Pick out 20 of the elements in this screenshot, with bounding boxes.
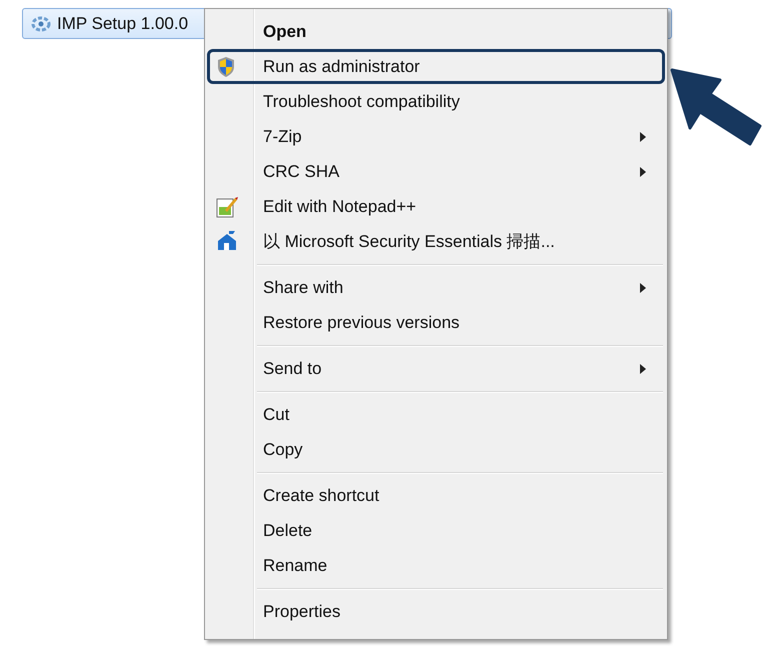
menu-item[interactable]: Troubleshoot compatibility [207, 84, 665, 119]
menu-item[interactable]: Restore previous versions [207, 305, 665, 340]
menu-item[interactable]: 7-Zip [207, 119, 665, 154]
menu-item[interactable]: Properties [207, 594, 665, 629]
notepad-icon [216, 196, 238, 218]
menu-item[interactable]: Create shortcut [207, 478, 665, 513]
menu-item[interactable]: CRC SHA [207, 154, 665, 189]
menu-item[interactable]: 以 Microsoft Security Essentials 掃描... [207, 224, 665, 259]
menu-item[interactable]: Copy [207, 432, 665, 467]
house-icon [216, 231, 238, 251]
menu-item[interactable]: Share with [207, 270, 665, 305]
menu-item[interactable]: Cut [207, 397, 665, 432]
menu-item[interactable]: Delete [207, 513, 665, 548]
shield-icon [216, 56, 236, 78]
menu-item[interactable]: Send to [207, 351, 665, 386]
menu-item[interactable]: Edit with Notepad++ [207, 189, 665, 224]
setup-icon [31, 14, 51, 32]
menu-item[interactable]: Open [207, 14, 665, 49]
menu-item[interactable]: Run as administrator [207, 49, 665, 84]
menu-item[interactable]: Rename [207, 548, 665, 583]
